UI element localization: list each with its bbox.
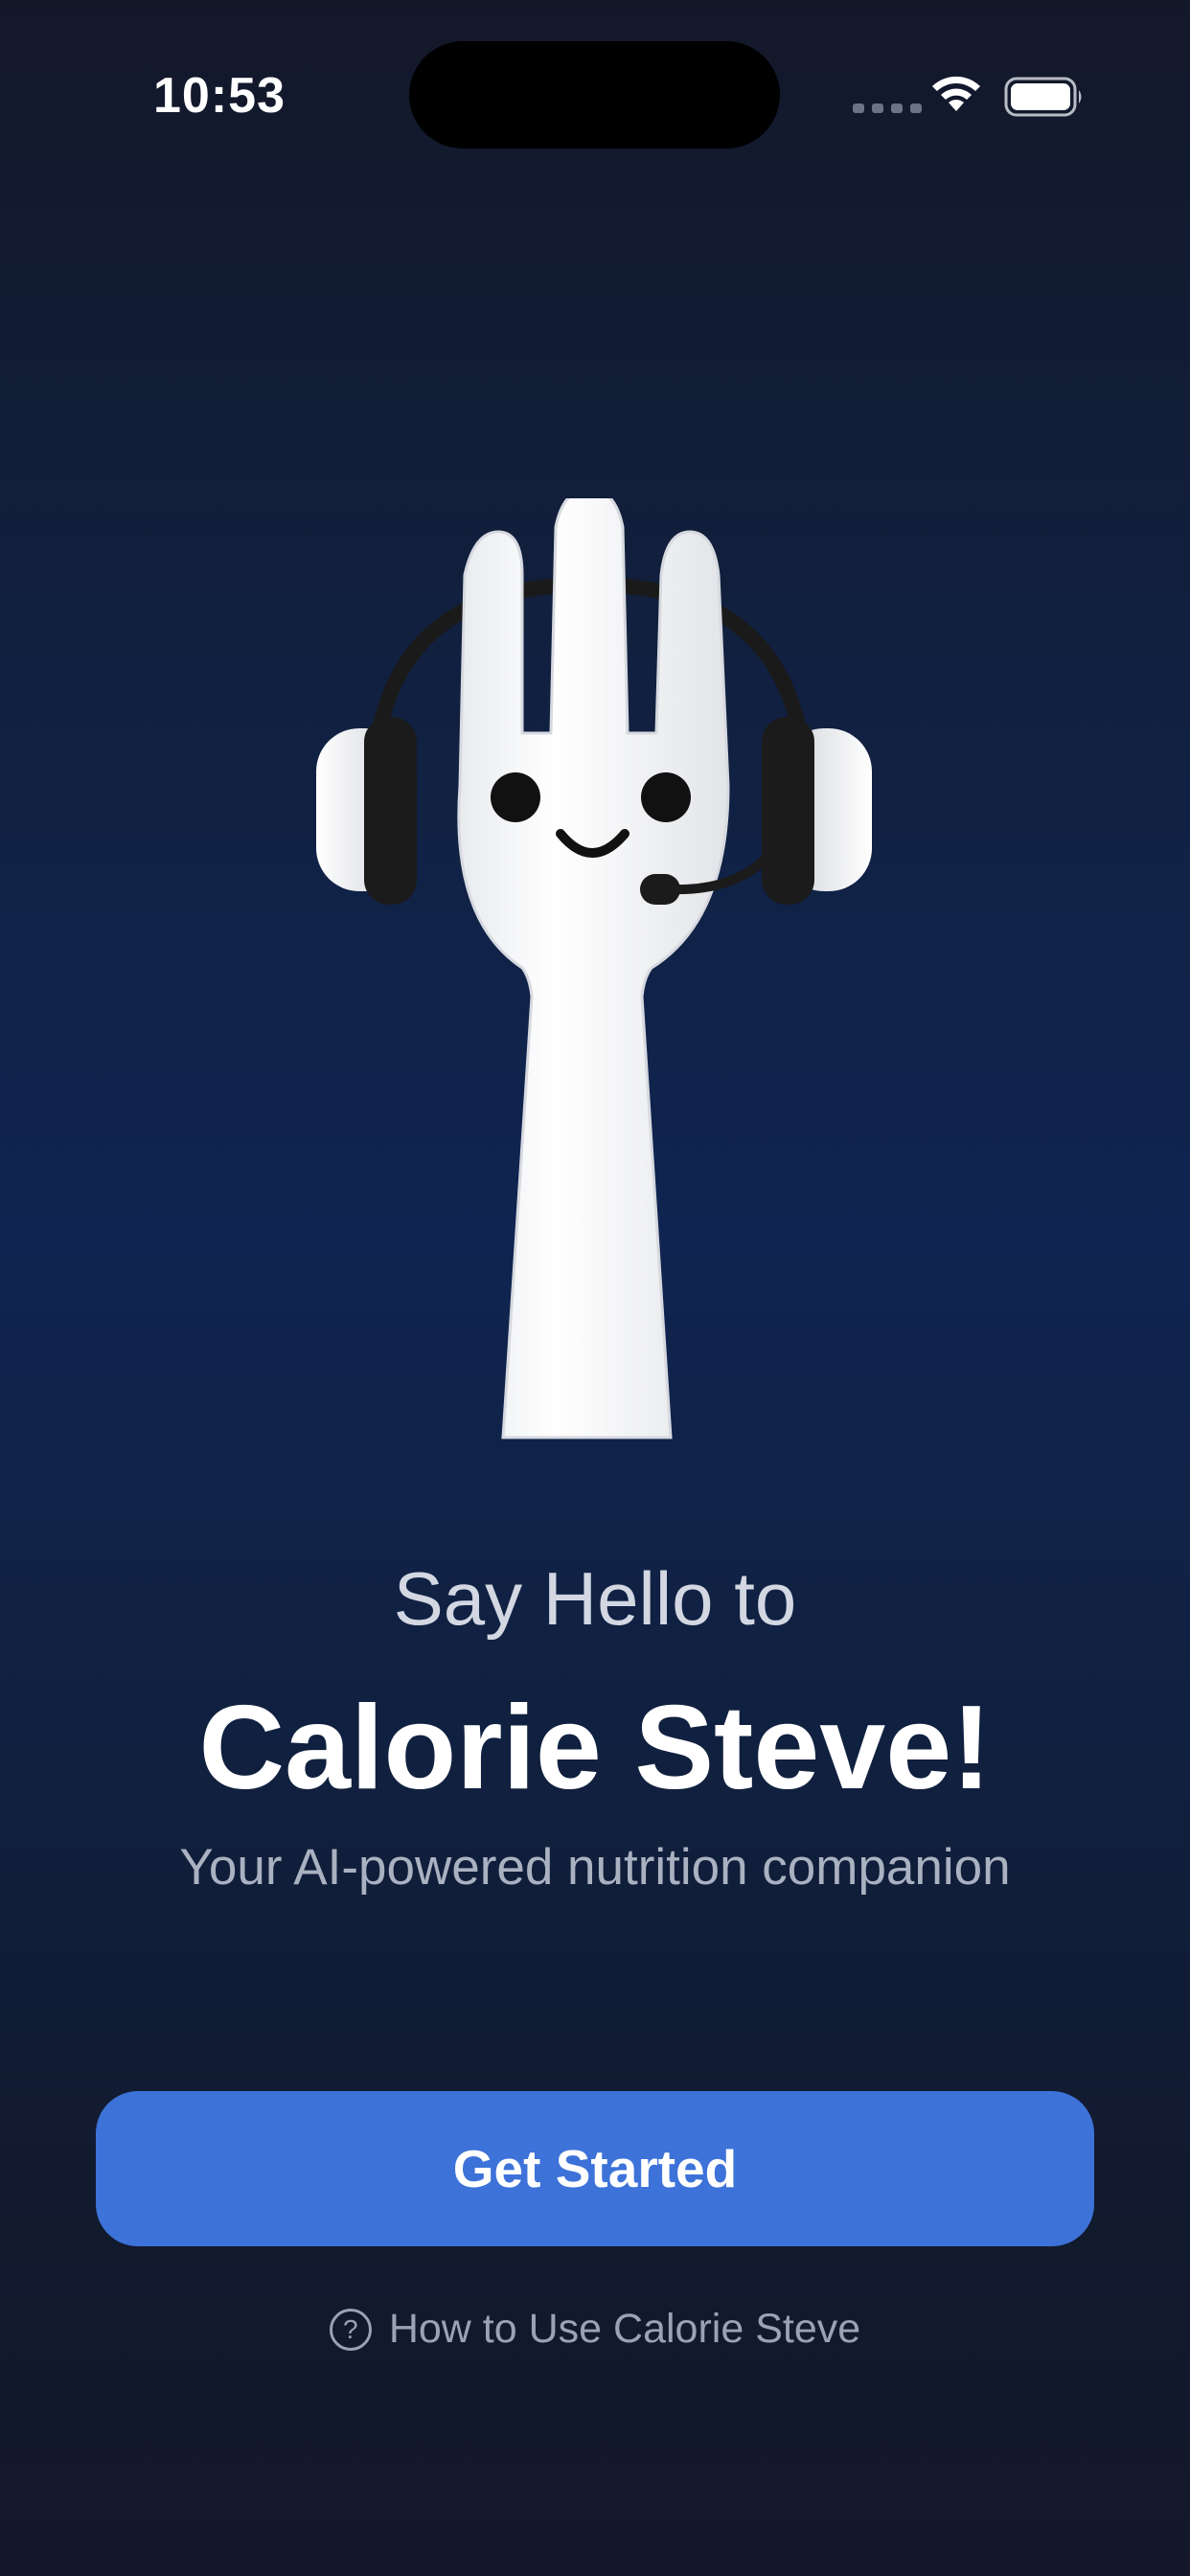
status-time: 10:53 (153, 68, 286, 124)
dynamic-island (409, 41, 780, 149)
greeting-text: Say Hello to (393, 1556, 797, 1641)
battery-icon (1004, 77, 1082, 117)
question-circle-icon: ? (329, 2308, 372, 2351)
how-to-use-label: How to Use Calorie Steve (388, 2306, 861, 2352)
welcome-screen: 10:53 Say Hello to Calorie Steve! Your A… (0, 0, 1190, 2576)
cellular-signal-icon (853, 104, 922, 113)
wifi-icon (932, 76, 980, 111)
app-subtitle: Your AI-powered nutrition companion (179, 1839, 1011, 1896)
fork-mascot-illustration (316, 498, 872, 1439)
get-started-button[interactable]: Get Started (96, 2091, 1094, 2246)
how-to-use-link[interactable]: ? How to Use Calorie Steve (0, 2306, 1190, 2353)
app-title: Calorie Steve! (198, 1682, 992, 1814)
